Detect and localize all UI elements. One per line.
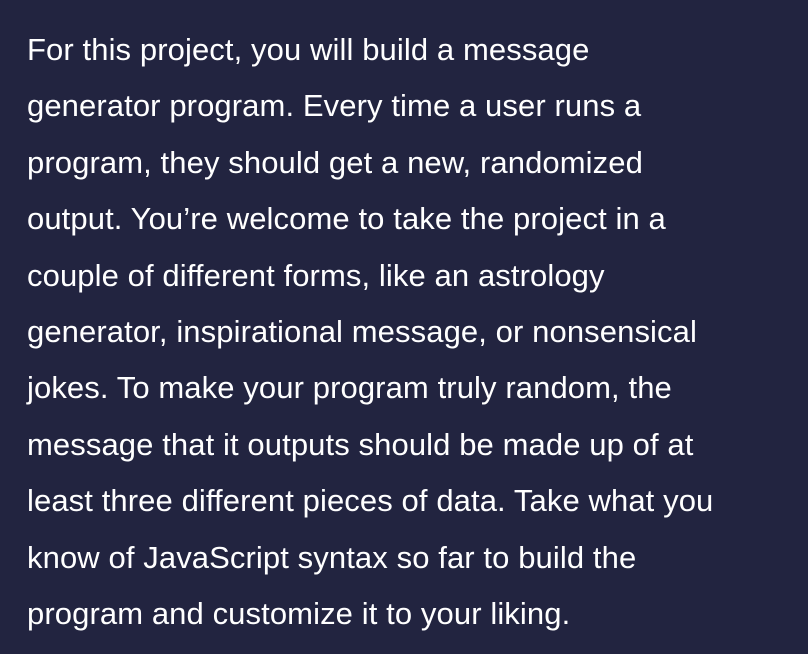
description-line-2: generator program. Every time a user run… <box>27 88 642 124</box>
description-line-3: program, they should get a new, randomiz… <box>27 144 643 180</box>
description-line-1: For this project, you will build a messa… <box>27 32 590 67</box>
description-line-6: generator, inspirational message, or non… <box>27 314 697 350</box>
description-line-9: least three different pieces of data. Ta… <box>27 483 714 519</box>
project-description-panel: For this project, you will build a messa… <box>0 0 808 654</box>
description-line-8: message that it outputs should be made u… <box>27 426 694 462</box>
description-line-4: output. You’re welcome to take the proje… <box>27 201 666 237</box>
description-line-11: program and customize it to your liking. <box>27 596 571 632</box>
description-line-7: jokes. To make your program truly random… <box>27 370 672 406</box>
project-description-paragraph: For this project, you will build a messa… <box>27 22 788 642</box>
description-line-10: know of JavaScript syntax so far to buil… <box>27 539 637 575</box>
description-line-5: couple of different forms, like an astro… <box>27 257 605 293</box>
